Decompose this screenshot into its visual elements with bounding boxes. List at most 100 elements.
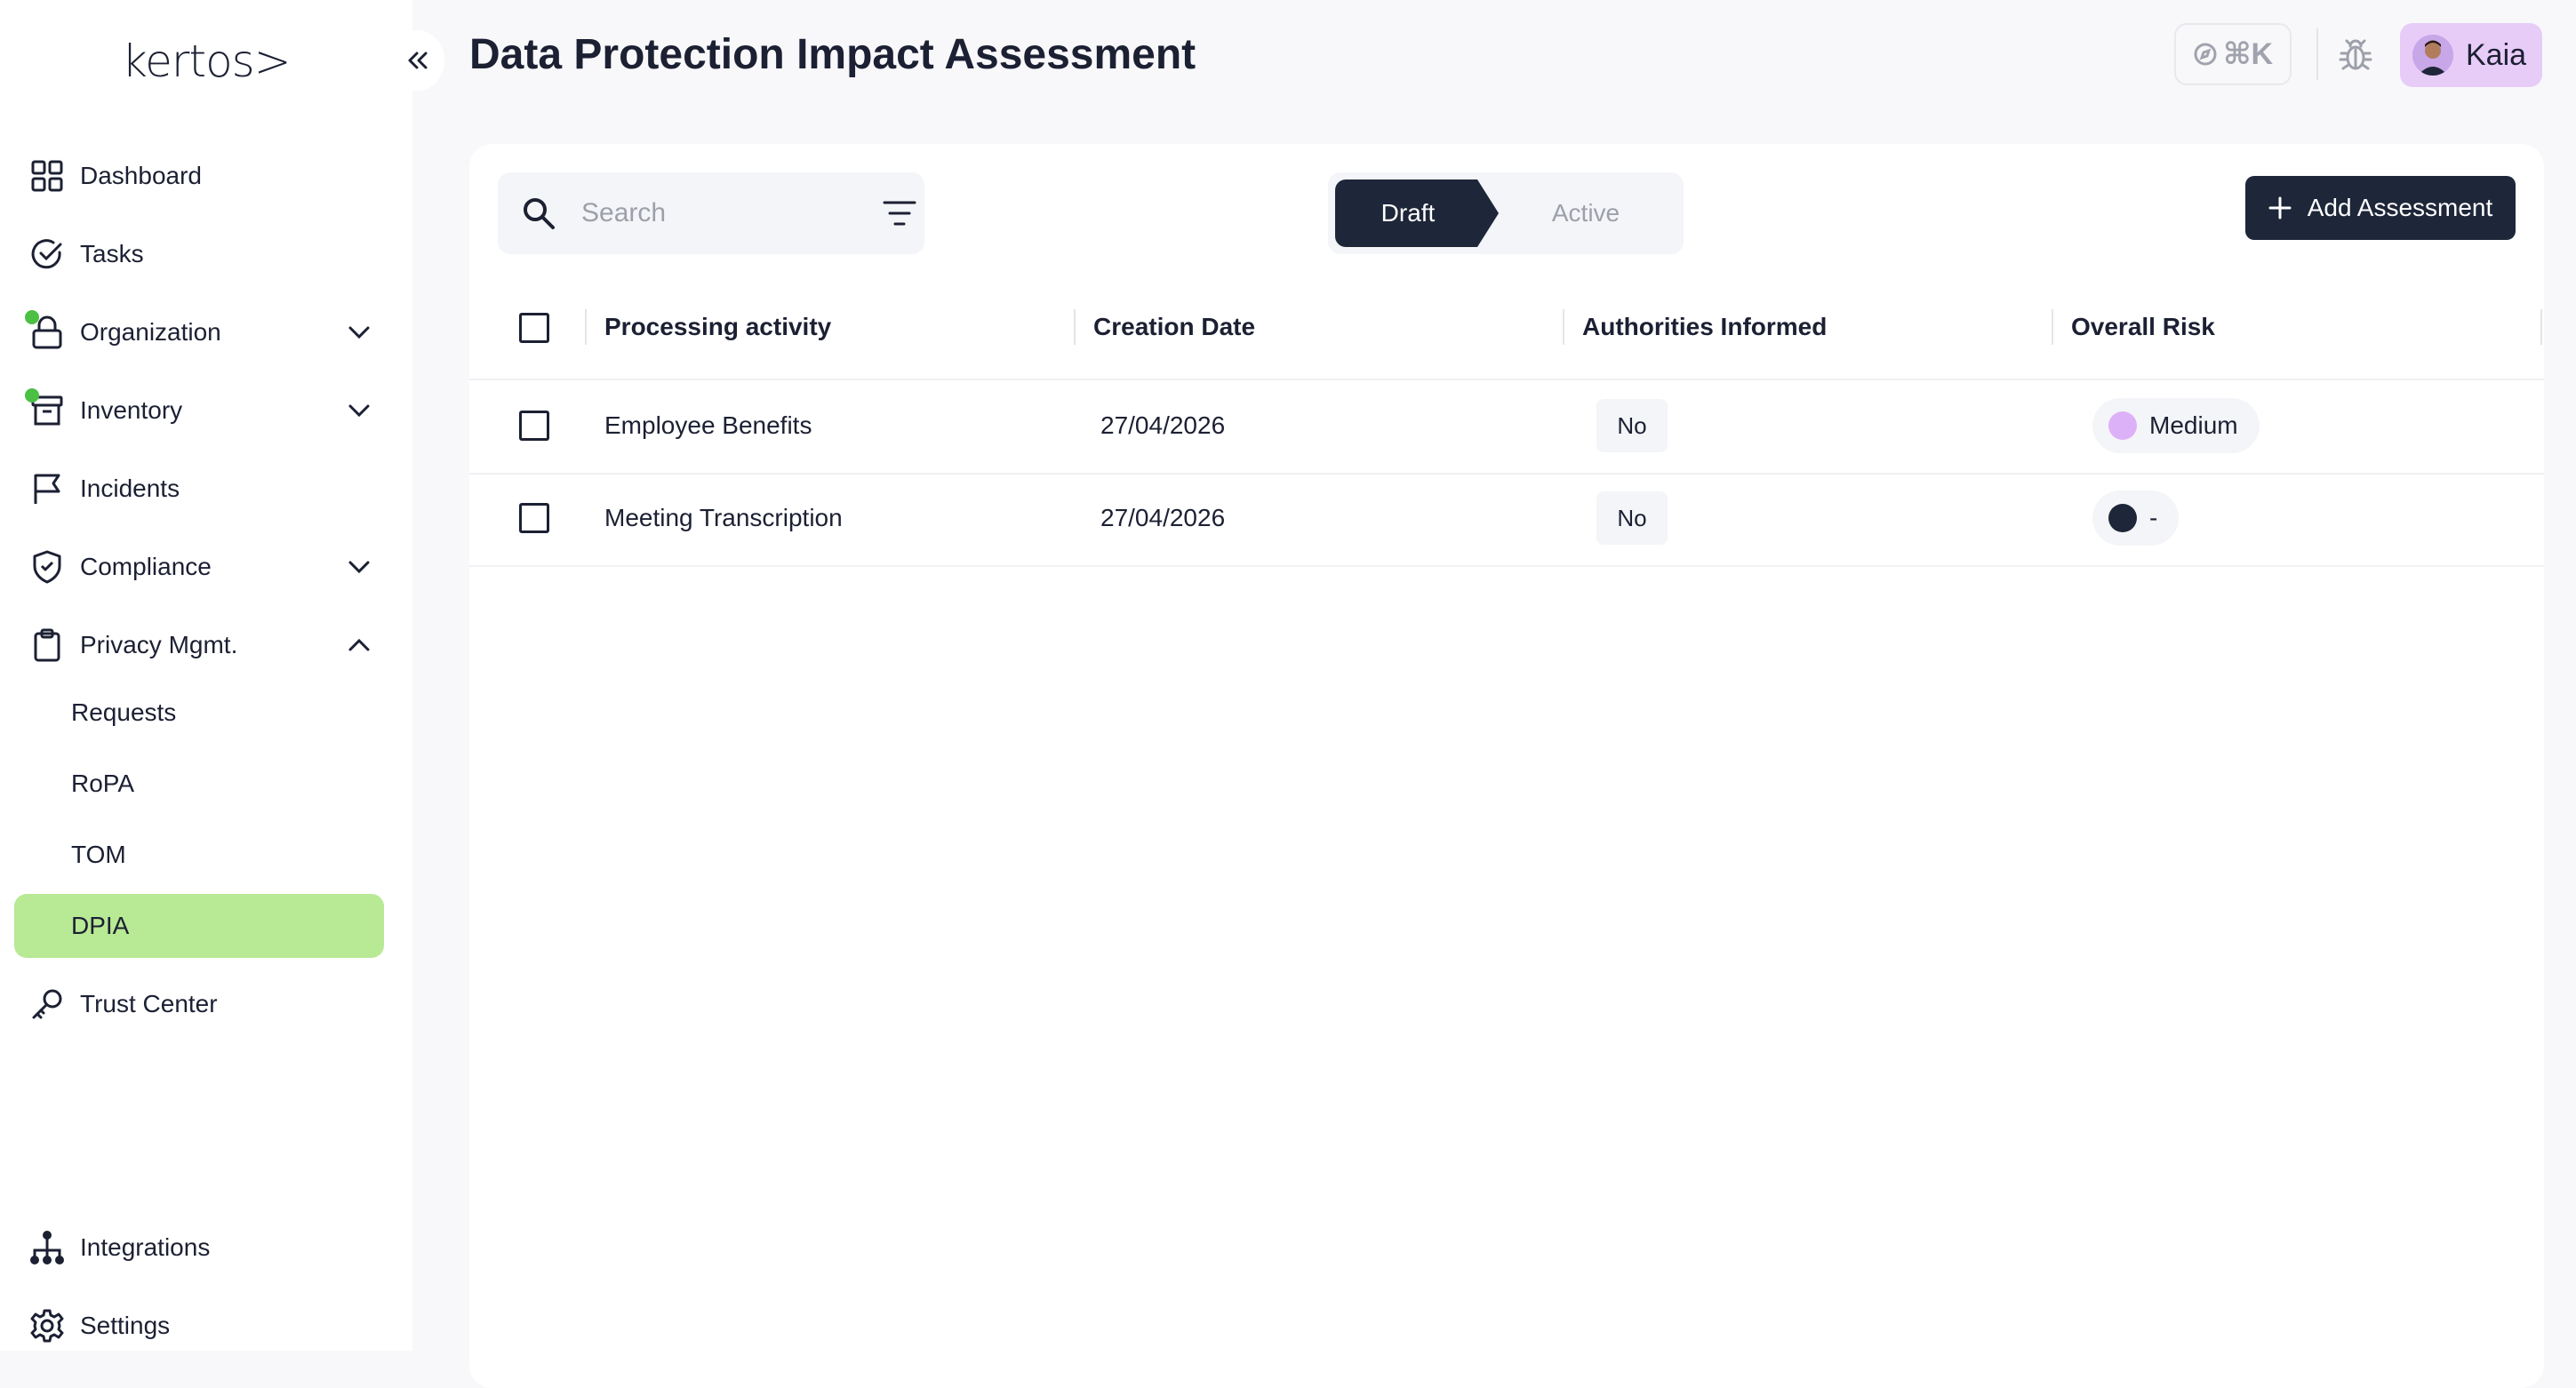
check-circle-icon (30, 237, 64, 271)
cell-creation-date: 27/04/2026 (1100, 411, 1226, 439)
search-box (498, 172, 924, 254)
sidebar-item-label: Trust Center (80, 990, 218, 1017)
row-divider (469, 565, 2544, 567)
sidebar-item-settings[interactable]: Settings (14, 1294, 384, 1358)
user-name: Kaia (2466, 37, 2527, 72)
sidebar-subitem-label: RoPA (71, 770, 135, 797)
shield-check-icon (30, 550, 64, 584)
risk-indicator-dot (2108, 411, 2137, 440)
sidebar-item-privacy-mgmt[interactable]: Privacy Mgmt. (14, 613, 384, 677)
sidebar-item-label: Settings (80, 1312, 171, 1339)
lock-icon (25, 310, 64, 349)
column-header-processing-activity[interactable]: Processing activity (604, 295, 831, 359)
risk-value: - (2149, 504, 2158, 531)
authorities-informed-tag: No (1596, 399, 1668, 452)
chevron-down-icon[interactable] (345, 553, 373, 581)
column-header-authorities-informed[interactable]: Authorities Informed (1582, 295, 1827, 359)
collapse-sidebar-button[interactable] (391, 30, 444, 91)
avatar (2412, 35, 2453, 76)
sidebar-item-label: Privacy Mgmt. (80, 631, 238, 658)
status-dot (25, 388, 39, 403)
status-tabs: Draft Active (1328, 172, 1684, 254)
column-separator (1074, 309, 1076, 345)
risk-value: Medium (2149, 411, 2238, 439)
hierarchy-icon (30, 1231, 64, 1264)
search-icon (524, 198, 555, 229)
sidebar-subitem-requests[interactable]: Requests (14, 681, 384, 745)
sidebar-subitem-ropa[interactable]: RoPA (14, 752, 384, 816)
risk-badge: Medium (2092, 398, 2260, 453)
status-dot (25, 310, 39, 324)
sidebar-item-integrations[interactable]: Integrations (14, 1216, 384, 1280)
add-assessment-label: Add Assessment (2307, 194, 2493, 221)
archive-box-icon (25, 388, 64, 427)
column-header-creation-date[interactable]: Creation Date (1093, 295, 1255, 359)
column-separator (2052, 309, 2053, 345)
sidebar-item-label: Organization (80, 318, 221, 346)
cell-creation-date: 27/04/2026 (1100, 504, 1226, 531)
sidebar-subitem-label: TOM (71, 841, 126, 868)
authorities-informed-value: No (1617, 504, 1647, 531)
kertos-logo[interactable]: kertos> (122, 36, 292, 87)
chevrons-left-icon (408, 52, 428, 69)
sidebar-item-incidents[interactable]: Incidents (14, 457, 384, 521)
tab-draft[interactable]: Draft (1335, 179, 1499, 247)
sidebar-item-trust-center[interactable]: Trust Center (14, 972, 384, 1036)
sidebar-item-label: Integrations (80, 1233, 211, 1261)
sidebar-item-compliance[interactable]: Compliance (14, 535, 384, 599)
column-separator (1563, 309, 1564, 345)
sidebar-subitem-tom[interactable]: TOM (14, 823, 384, 887)
sidebar-item-label: Tasks (80, 240, 144, 267)
sidebar: kertos> Dashboard Tasks Organization Inv… (0, 0, 412, 1351)
tab-draft-label: Draft (1380, 199, 1436, 227)
add-assessment-button[interactable]: Add Assessment (2245, 176, 2516, 240)
sidebar-subitem-label: Requests (71, 698, 177, 726)
risk-badge: - (2092, 491, 2180, 546)
chevron-up-icon[interactable] (345, 631, 373, 659)
cell-processing-activity[interactable]: Employee Benefits (604, 411, 812, 440)
sidebar-item-label: Incidents (80, 475, 180, 502)
tab-active-label: Active (1551, 199, 1620, 227)
authorities-informed-value: No (1617, 411, 1647, 439)
sidebar-subitem-label: DPIA (71, 912, 130, 939)
filter-icon[interactable] (882, 197, 917, 229)
sidebar-item-label: Dashboard (80, 162, 202, 189)
sidebar-item-label: Compliance (80, 553, 212, 580)
page-title: Data Protection Impact Assessment (469, 31, 1196, 78)
chevron-down-icon[interactable] (345, 396, 373, 425)
column-header-overall-risk[interactable]: Overall Risk (2071, 295, 2215, 359)
report-bug-button[interactable] (2331, 30, 2380, 80)
risk-indicator-dot (2108, 504, 2137, 532)
row-divider (469, 473, 2544, 475)
compass-icon (2194, 43, 2217, 66)
column-separator (585, 309, 587, 345)
plus-icon (2268, 196, 2292, 219)
key-icon (30, 987, 64, 1021)
chevron-down-icon[interactable] (345, 318, 373, 347)
dpia-table-card: Draft Active Add Assessment Processing a… (469, 144, 2544, 1388)
tab-active[interactable]: Active (1506, 179, 1666, 247)
select-all-checkbox[interactable] (519, 313, 549, 343)
sidebar-item-inventory[interactable]: Inventory (14, 379, 384, 443)
authorities-informed-tag: No (1596, 491, 1668, 545)
sidebar-item-dashboard[interactable]: Dashboard (14, 144, 384, 208)
sidebar-item-label: Inventory (80, 396, 183, 424)
cell-processing-activity[interactable]: Meeting Transcription (604, 504, 843, 532)
sidebar-item-organization[interactable]: Organization (14, 300, 384, 364)
command-palette-button[interactable]: ⌘K (2174, 23, 2292, 85)
search-input[interactable] (580, 190, 846, 236)
column-separator (2540, 309, 2542, 345)
sidebar-item-tasks[interactable]: Tasks (14, 222, 384, 286)
dashboard-grid-icon (30, 159, 64, 193)
row-checkbox[interactable] (519, 411, 549, 441)
user-menu-button[interactable]: Kaia (2400, 23, 2542, 87)
gear-icon (30, 1309, 64, 1343)
row-divider (469, 379, 2544, 380)
flag-icon (30, 472, 64, 506)
row-checkbox[interactable] (519, 503, 549, 533)
header-divider (2316, 28, 2318, 80)
clipboard-icon (30, 628, 64, 662)
sidebar-subitem-dpia[interactable]: DPIA (14, 894, 384, 958)
bug-icon (2339, 39, 2372, 70)
command-shortcut-label: ⌘K (2222, 37, 2274, 71)
